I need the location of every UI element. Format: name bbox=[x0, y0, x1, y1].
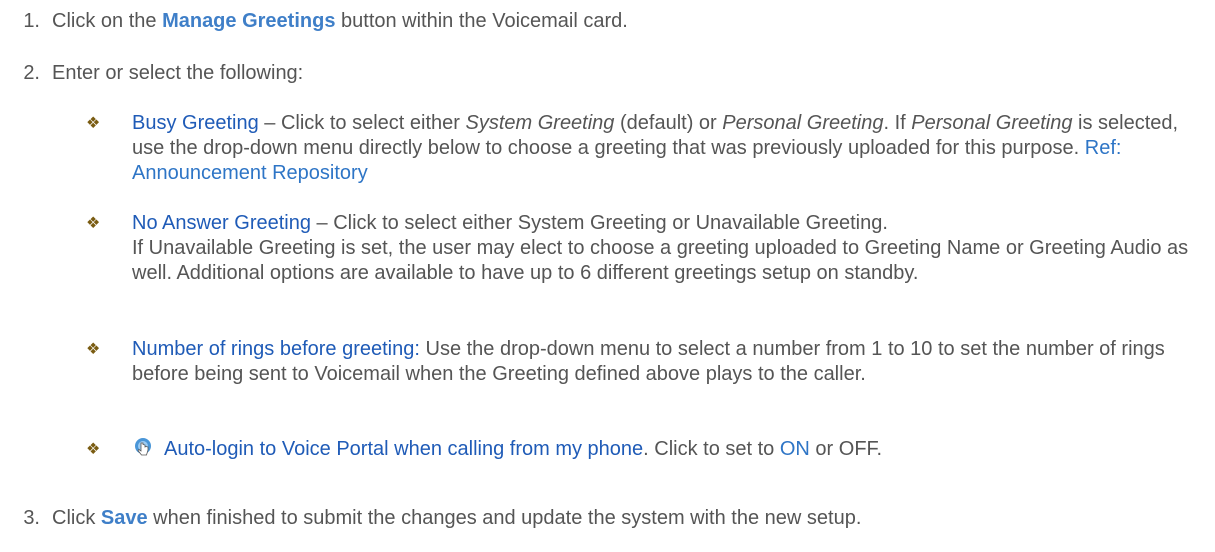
diamond-bullet-icon: ❖ bbox=[86, 441, 101, 458]
diamond-bullet-icon: ❖ bbox=[86, 115, 101, 132]
step-text: Click on the Manage Greetings button wit… bbox=[52, 10, 628, 32]
term: Auto-login to Voice Portal when calling … bbox=[164, 438, 644, 460]
bullet-text: Number of rings before greeting: Use the… bbox=[132, 338, 1165, 385]
term: Number of rings before greeting: bbox=[132, 338, 420, 360]
bullet-text: Busy Greeting – Click to select either S… bbox=[132, 112, 1179, 184]
diamond-bullet-icon: ❖ bbox=[86, 215, 101, 232]
on-option: ON bbox=[779, 438, 810, 460]
bullet-text: No Answer Greeting – Click to select eit… bbox=[132, 212, 1189, 284]
step-number: 2. bbox=[23, 62, 40, 84]
term: Busy Greeting bbox=[132, 112, 259, 134]
step-number: 3. bbox=[23, 507, 40, 529]
pointer-hand-icon bbox=[132, 437, 154, 459]
bullet-text: Auto-login to Voice Portal when calling … bbox=[132, 437, 1202, 462]
diamond-bullet-icon: ❖ bbox=[86, 341, 101, 358]
step-text: Enter or select the following: bbox=[52, 62, 304, 84]
term: No Answer Greeting bbox=[132, 212, 311, 234]
instruction-document: 1. Click on the Manage Greetings button … bbox=[0, 0, 1215, 552]
step-text: Click Save when finished to submit the c… bbox=[52, 507, 862, 529]
manage-greetings-label: Manage Greetings bbox=[162, 10, 336, 32]
save-label: Save bbox=[100, 507, 148, 529]
step-number: 1. bbox=[23, 10, 40, 32]
